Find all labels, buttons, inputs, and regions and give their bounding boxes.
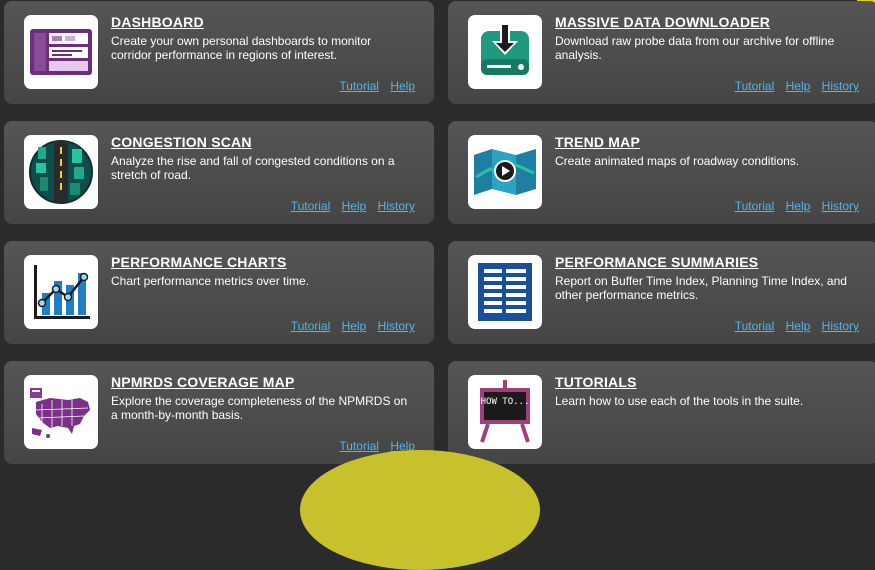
tile-description: Report on Buffer Time Index, Planning Ti…	[555, 274, 847, 302]
tutorial-link[interactable]: Tutorial	[735, 79, 775, 93]
tutorial-link[interactable]: Tutorial	[339, 79, 379, 93]
tile-description: Create animated maps of roadway conditio…	[555, 154, 800, 168]
tile-title[interactable]: DASHBOARD	[111, 14, 204, 30]
help-link[interactable]: Help	[390, 79, 415, 93]
tutorial-link[interactable]: Tutorial	[291, 319, 331, 333]
tile-links: Tutorial Help History	[727, 319, 859, 333]
tile-links: Tutorial Help History	[283, 199, 415, 213]
tile-links: Tutorial Help History	[283, 319, 415, 333]
decorative-arc	[300, 450, 540, 570]
help-link[interactable]: Help	[786, 199, 811, 213]
tile-title[interactable]: TREND MAP	[555, 134, 640, 150]
help-link[interactable]: Help	[786, 319, 811, 333]
tile-title[interactable]: PERFORMANCE CHARTS	[111, 254, 287, 270]
performance-chart-icon	[24, 255, 98, 329]
tile-description: Chart performance metrics over time.	[111, 274, 310, 288]
usa-map-icon	[24, 375, 98, 449]
history-link[interactable]: History	[378, 199, 415, 213]
history-link[interactable]: History	[822, 319, 859, 333]
tile-dashboard[interactable]: DASHBOARD Create your own personal dashb…	[4, 1, 434, 104]
tile-massive-data-downloader[interactable]: MASSIVE DATA DOWNLOADER Download raw pro…	[448, 1, 875, 104]
help-link[interactable]: Help	[342, 319, 367, 333]
tile-description: Analyze the rise and fall of congested c…	[111, 154, 395, 182]
tile-title[interactable]: MASSIVE DATA DOWNLOADER	[555, 14, 770, 30]
tile-links: Tutorial Help	[331, 79, 415, 93]
tile-performance-charts[interactable]: PERFORMANCE CHARTS Chart performance met…	[4, 241, 434, 344]
congestion-scan-icon	[24, 135, 98, 209]
trend-map-icon	[468, 135, 542, 209]
tile-description: Create your own personal dashboards to m…	[111, 34, 372, 62]
tile-title[interactable]: TUTORIALS	[555, 374, 637, 390]
dashboard-icon	[24, 15, 98, 89]
tile-links: Tutorial Help History	[727, 79, 859, 93]
tile-title[interactable]: NPMRDS COVERAGE MAP	[111, 374, 294, 390]
download-icon	[468, 15, 542, 89]
history-link[interactable]: History	[378, 319, 415, 333]
tile-description: Explore the coverage completeness of the…	[111, 394, 408, 422]
tutorial-link[interactable]: Tutorial	[291, 199, 331, 213]
how-to-easel-icon: HOW TO...	[468, 375, 542, 449]
history-link[interactable]: History	[822, 199, 859, 213]
tile-congestion-scan[interactable]: CONGESTION SCAN Analyze the rise and fal…	[4, 121, 434, 224]
tile-trend-map[interactable]: TREND MAP Create animated maps of roadwa…	[448, 121, 875, 224]
tile-performance-summaries[interactable]: PERFORMANCE SUMMARIES Report on Buffer T…	[448, 241, 875, 344]
help-link[interactable]: Help	[342, 199, 367, 213]
help-link[interactable]: Help	[786, 79, 811, 93]
tutorial-link[interactable]: Tutorial	[339, 439, 379, 453]
tutorial-link[interactable]: Tutorial	[735, 199, 775, 213]
performance-summary-icon	[468, 255, 542, 329]
tile-description: Learn how to use each of the tools in th…	[555, 394, 804, 408]
easel-text: HOW TO...	[481, 397, 530, 407]
tutorial-link[interactable]: Tutorial	[735, 319, 775, 333]
tile-tutorials[interactable]: HOW TO... TUTORIALS Learn how to use eac…	[448, 361, 875, 464]
tile-links: Tutorial Help History	[727, 199, 859, 213]
tile-description: Download raw probe data from our archive…	[555, 34, 835, 62]
history-link[interactable]: History	[822, 79, 859, 93]
tile-npmrds-coverage-map[interactable]: NPMRDS COVERAGE MAP Explore the coverage…	[4, 361, 434, 464]
tile-title[interactable]: CONGESTION SCAN	[111, 134, 252, 150]
tile-title[interactable]: PERFORMANCE SUMMARIES	[555, 254, 758, 270]
